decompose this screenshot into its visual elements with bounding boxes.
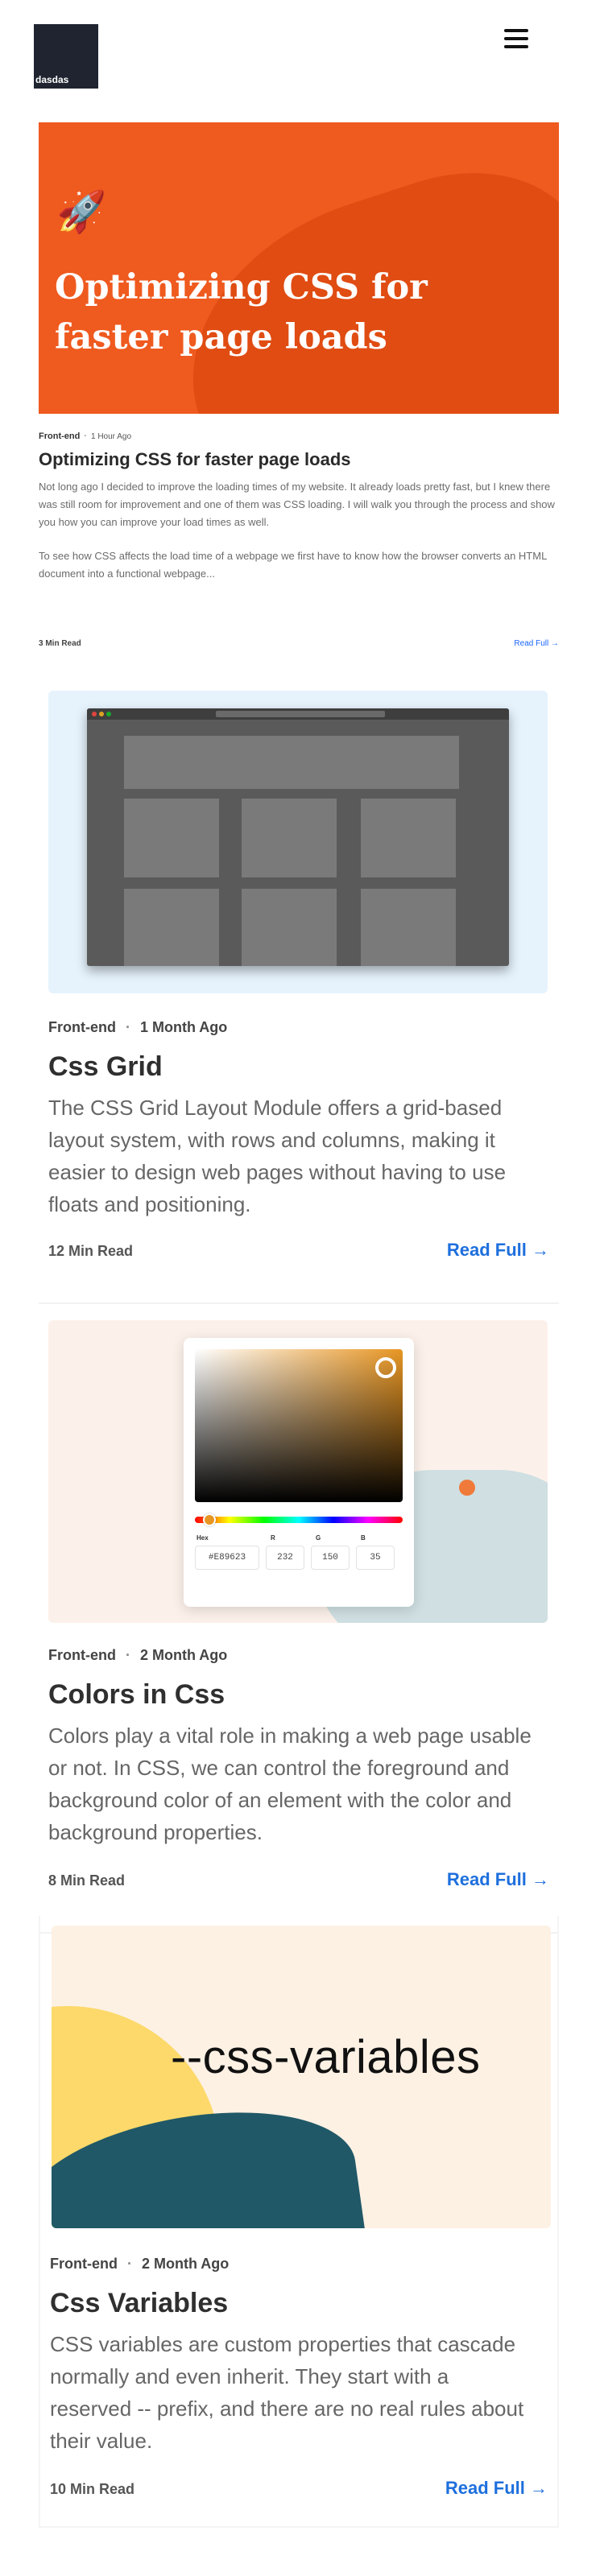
post-meta: Front-end · 1 Hour Ago	[39, 431, 132, 441]
color-picker-illustration: Hex R G B #E89623 232 150 35	[184, 1338, 414, 1607]
rocket-icon: 🚀	[56, 189, 107, 234]
post-meta: Front-end · 1 Month Ago	[48, 1019, 228, 1035]
read-time: 10 Min Read	[50, 2481, 135, 2497]
post-excerpt: CSS variables are custom properties that…	[50, 2332, 524, 2453]
r-value: 232	[266, 1546, 304, 1570]
post-meta: Front-end · 2 Month Ago	[50, 2256, 230, 2272]
post-card[interactable]: --css-variables Front-end · 2 Month Ago Cs…	[39, 1916, 559, 2528]
post-category: Front-end	[39, 431, 81, 441]
read-time: 12 Min Read	[48, 1243, 134, 1259]
post-card[interactable]: Hex R G B #E89623 232 150 35 Front-end · 2…	[39, 1306, 559, 1934]
read-full-link[interactable]: Read Full →	[447, 1240, 549, 1261]
browser-window-illustration	[87, 708, 509, 966]
post-title[interactable]: Css Variables	[50, 2288, 228, 2319]
read-time: 8 Min Read	[48, 1872, 126, 1889]
read-time: 3 Min Read	[39, 639, 81, 648]
post-category: Front-end	[48, 1647, 116, 1663]
post-thumbnail[interactable]	[48, 691, 548, 993]
post-excerpt: Colors play a vital role in making a web…	[48, 1724, 532, 1844]
g-label: G	[316, 1534, 321, 1542]
picker-knob	[375, 1357, 396, 1378]
hamburger-icon[interactable]	[504, 29, 528, 52]
post-excerpt: The CSS Grid Layout Module offers a grid…	[48, 1096, 507, 1216]
logo-text: dasdas	[35, 74, 69, 85]
post-title[interactable]: Css Grid	[48, 1051, 163, 1083]
read-full-link[interactable]: Read Full →	[514, 639, 559, 648]
b-label: B	[361, 1534, 366, 1542]
decorative-dot	[459, 1480, 475, 1496]
post-title[interactable]: Colors in Css	[48, 1679, 225, 1711]
post-category: Front-end	[50, 2256, 118, 2272]
r-label: R	[271, 1534, 275, 1542]
post-category: Front-end	[48, 1019, 116, 1035]
hue-slider	[195, 1517, 403, 1523]
hero-title: Optimizing CSS for faster page loads	[55, 267, 428, 357]
site-logo[interactable]: dasdas	[34, 24, 98, 89]
post-excerpt: Not long ago I decided to improve the lo…	[39, 481, 555, 528]
post-thumbnail[interactable]: Hex R G B #E89623 232 150 35	[48, 1320, 548, 1623]
g-value: 150	[311, 1546, 350, 1570]
post-time: 2 Month Ago	[139, 1647, 228, 1663]
post-thumbnail[interactable]: --css-variables	[52, 1926, 551, 2228]
read-full-link[interactable]: Read Full →	[445, 2478, 548, 2499]
post-time: 2 Month Ago	[141, 2256, 230, 2272]
saturation-panel	[195, 1349, 403, 1502]
b-value: 35	[356, 1546, 395, 1570]
featured-hero-image[interactable]: 🚀 Optimizing CSS for faster page loads	[39, 122, 559, 414]
read-full-link[interactable]: Read Full →	[447, 1869, 549, 1890]
post-meta: Front-end · 2 Month Ago	[48, 1647, 228, 1663]
post-title[interactable]: Optimizing CSS for faster page loads	[39, 449, 559, 470]
post-excerpt-continued: To see how CSS affects the load time of …	[39, 550, 547, 580]
hex-label: Hex	[197, 1534, 209, 1542]
featured-post-card[interactable]: 🚀 Optimizing CSS for faster page loads F…	[39, 122, 559, 654]
post-card[interactable]: Front-end · 1 Month Ago Css Grid The CSS G…	[39, 676, 559, 1304]
post-time: 1 Hour Ago	[91, 432, 132, 441]
post-time: 1 Month Ago	[139, 1019, 228, 1035]
thumbnail-text: --css-variables	[171, 2031, 481, 2083]
hue-knob	[203, 1513, 216, 1526]
hex-value: #E89623	[195, 1546, 259, 1570]
